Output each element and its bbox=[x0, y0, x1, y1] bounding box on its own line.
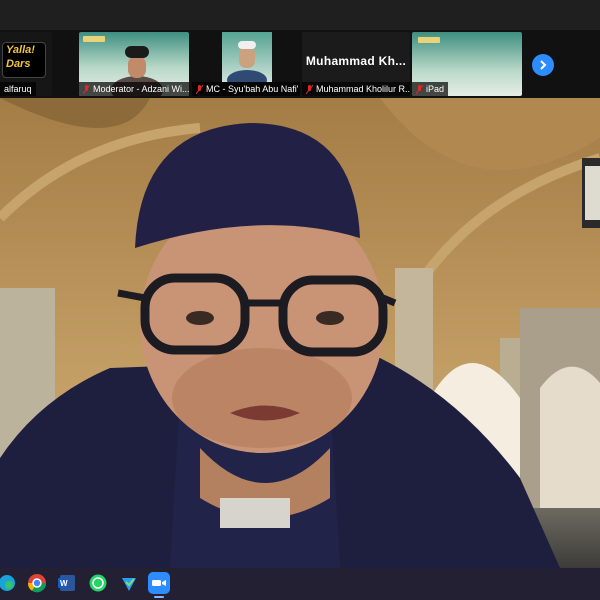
muted-mic-icon bbox=[306, 84, 313, 94]
zoom-icon[interactable] bbox=[148, 572, 170, 594]
participant-name-label: MC - Syu'bah Abu Nafi' bbox=[192, 82, 300, 96]
yalla-dars-logo: Yalla! Dars bbox=[2, 42, 46, 78]
participant-tile-mc[interactable]: MC - Syu'bah Abu Nafi' bbox=[192, 32, 300, 96]
mc-video bbox=[222, 32, 272, 90]
next-page-button[interactable] bbox=[532, 54, 554, 76]
checkmark-app-icon[interactable] bbox=[118, 572, 140, 594]
speaker-scene bbox=[0, 98, 600, 568]
participant-name-label: alfaruq bbox=[0, 82, 36, 96]
zoom-active-indicator bbox=[154, 596, 164, 598]
participant-tile-alfaruq[interactable]: Yalla! Dars alfaruq bbox=[0, 32, 52, 96]
svg-text:W: W bbox=[60, 579, 68, 588]
participant-tile-muhammad[interactable]: Muhammad Kh... Muhammad Kholilur R... bbox=[302, 32, 410, 96]
muted-mic-icon bbox=[83, 84, 90, 94]
zoom-top-bar bbox=[0, 0, 600, 30]
participant-display-name: Muhammad Kh... bbox=[305, 54, 407, 68]
active-speaker-video bbox=[0, 98, 600, 568]
mc-person bbox=[227, 41, 267, 90]
chevron-right-icon bbox=[540, 60, 547, 70]
participant-name-label: Moderator - Adzani Wi... bbox=[79, 82, 189, 96]
whatsapp-icon[interactable] bbox=[87, 572, 109, 594]
participant-tile-moderator[interactable]: Moderator - Adzani Wi... bbox=[79, 32, 189, 96]
muted-mic-icon bbox=[416, 84, 423, 94]
edge-icon[interactable] bbox=[0, 572, 18, 594]
chrome-icon[interactable] bbox=[26, 572, 48, 594]
participant-name-label: Muhammad Kholilur R... bbox=[302, 82, 410, 96]
muted-mic-icon bbox=[196, 84, 203, 94]
participant-tile-ipad[interactable]: iPad bbox=[412, 32, 522, 96]
green-banner-logo bbox=[418, 37, 440, 43]
word-icon[interactable]: W bbox=[56, 572, 78, 594]
participant-name-label: iPad bbox=[412, 82, 449, 96]
